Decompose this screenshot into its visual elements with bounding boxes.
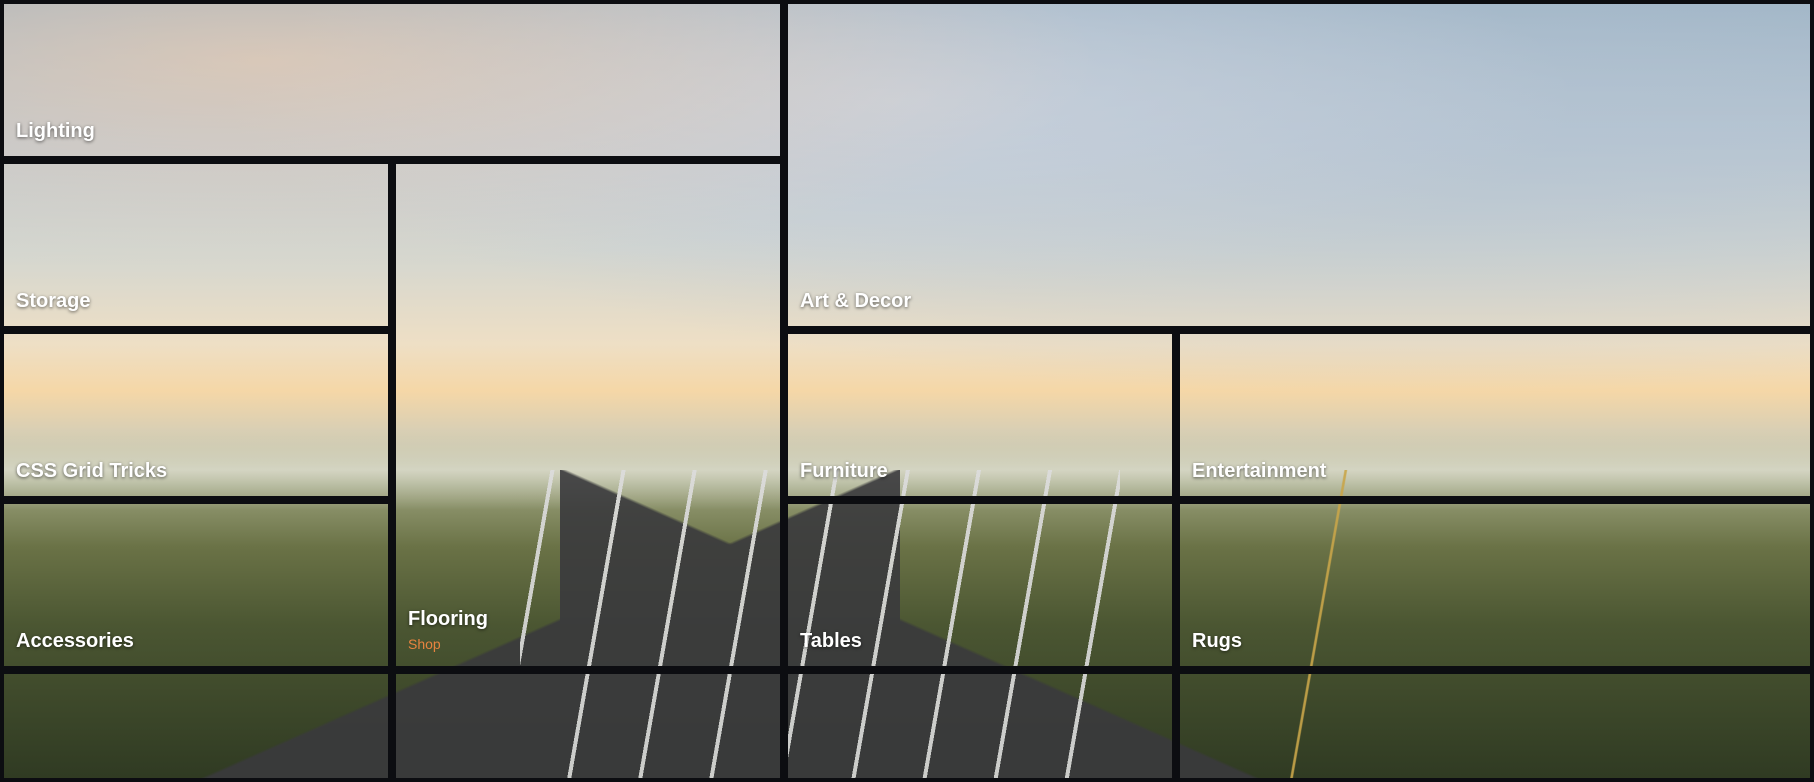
tile-label: CSS Grid Tricks: [16, 460, 167, 482]
tile-label: Storage: [16, 290, 90, 312]
tile-label: Tables: [800, 630, 862, 652]
tile-label: Lighting: [16, 120, 95, 142]
tile-css-grid-tricks[interactable]: CSS Grid Tricks: [0, 330, 392, 500]
tile-label: Art & Decor: [800, 290, 911, 312]
tile-storage[interactable]: Storage: [0, 160, 392, 330]
tile-label: Furniture: [800, 460, 888, 482]
tile-label: Flooring: [408, 608, 488, 630]
tile-tables[interactable]: Tables: [784, 500, 1176, 670]
category-grid: Lighting Art & Decor Storage Flooring Sh…: [0, 0, 1814, 782]
tile-entertainment[interactable]: Entertainment: [1176, 330, 1814, 500]
tile-label: Entertainment: [1192, 460, 1326, 482]
tile-label: Accessories: [16, 630, 134, 652]
tile-empty: [1176, 670, 1814, 782]
tile-art-and-decor[interactable]: Art & Decor: [784, 0, 1814, 330]
tile-lighting[interactable]: Lighting: [0, 0, 784, 160]
tile-furniture[interactable]: Furniture: [784, 330, 1176, 500]
tile-flooring[interactable]: Flooring Shop: [392, 160, 784, 670]
tile-accessories[interactable]: Accessories: [0, 500, 392, 670]
tile-label: Rugs: [1192, 630, 1242, 652]
tile-empty: [392, 670, 784, 782]
tile-sublabel-shop[interactable]: Shop: [408, 636, 441, 652]
tile-empty: [784, 670, 1176, 782]
tile-rugs[interactable]: Rugs: [1176, 500, 1814, 670]
tile-empty: [0, 670, 392, 782]
